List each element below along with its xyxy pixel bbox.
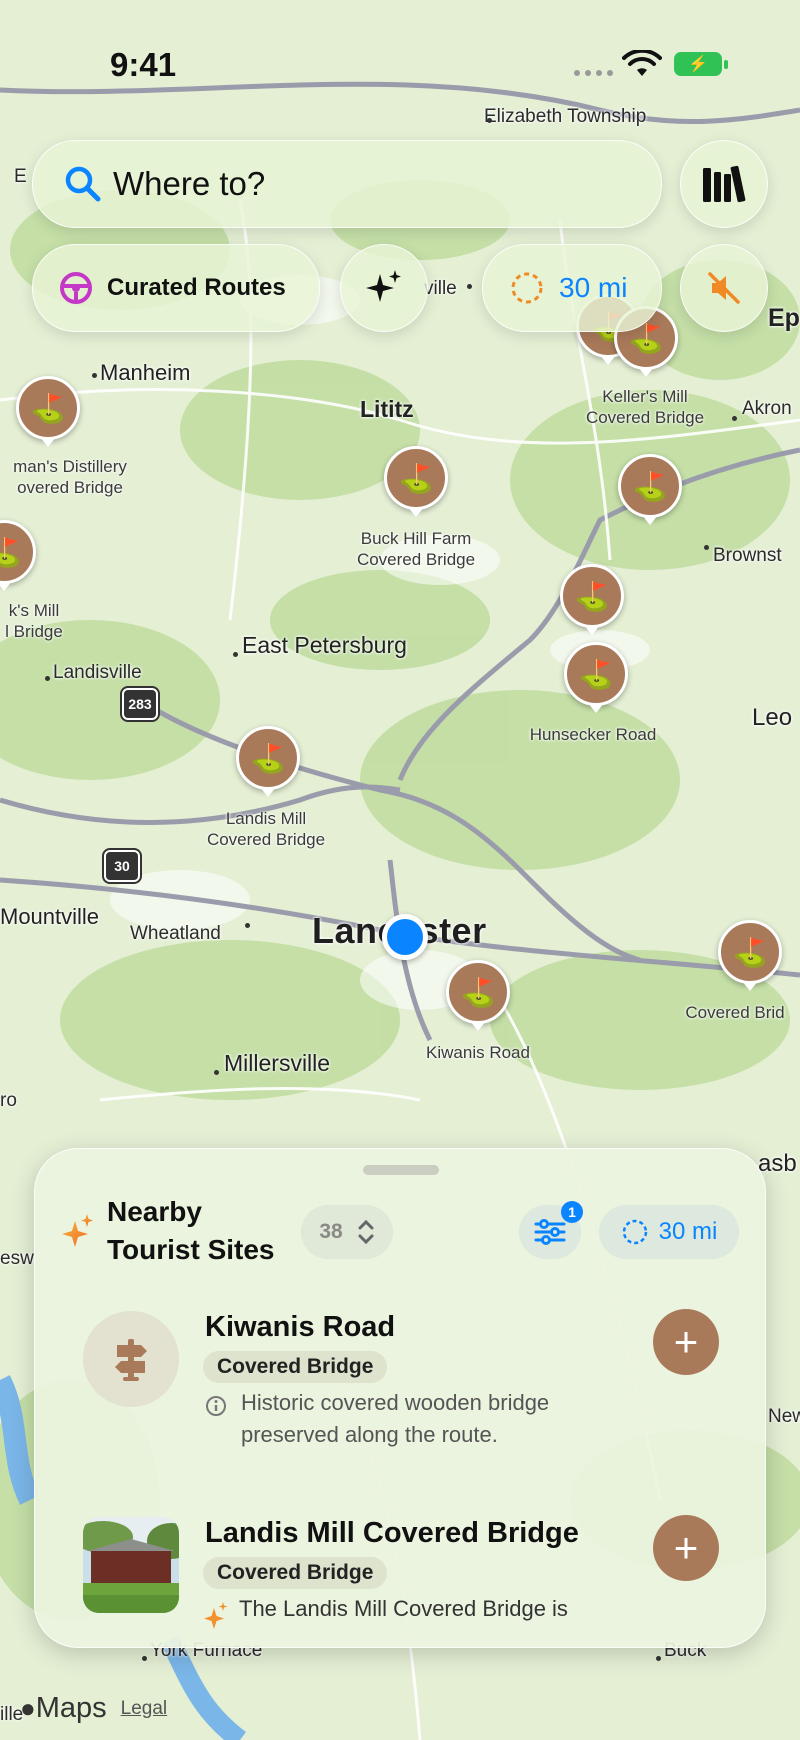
town-dot — [214, 1070, 219, 1075]
map-pin-signpost-icon[interactable]: ⛳ — [236, 726, 300, 790]
map-label-akron: Akron — [742, 398, 792, 419]
map-label-mountville: Mountville — [0, 904, 100, 929]
poi-label-distillery: man's Distillery overed Bridge — [13, 457, 127, 497]
info-circle-icon — [206, 1396, 226, 1416]
map-label-wheatland: Wheatland — [130, 923, 221, 944]
item-description: The Landis Mill Covered Bridge is — [239, 1596, 568, 1621]
item-title: Kiwanis Road — [205, 1311, 396, 1343]
map-label-fragment-e: E — [14, 166, 27, 187]
map-label-ro: ro — [0, 1090, 17, 1111]
sparkles-icon — [62, 1214, 93, 1247]
poi-label-hunsecker: Hunsecker Road — [529, 725, 657, 744]
chevron-up-down-icon — [358, 1219, 374, 1245]
item-tag: Covered Bridge — [203, 1557, 388, 1589]
dashed-circle-icon — [622, 1219, 647, 1245]
town-dot — [45, 676, 50, 681]
search-placeholder: Where to? — [113, 165, 266, 202]
map-pin-signpost-icon[interactable]: ⛳ — [384, 446, 448, 510]
battery-tip — [724, 60, 728, 69]
highway-shield-283: 283 — [122, 688, 158, 720]
item-tag: Covered Bridge — [203, 1351, 388, 1383]
filter-button[interactable]: 1 — [519, 1201, 583, 1259]
poi-label-landis-mill: Landis Mill Covered Bridge — [206, 809, 326, 849]
town-dot — [704, 545, 709, 550]
library-button[interactable] — [680, 140, 768, 228]
map-label-east-petersburg: East Petersburg — [242, 632, 407, 658]
ai-sparkle-button[interactable] — [340, 244, 428, 332]
filter-badge: 1 — [561, 1201, 583, 1223]
town-dot — [656, 1656, 661, 1661]
map-label-leola: Leo — [752, 704, 793, 731]
apple-logo-icon: ● — [20, 1693, 36, 1723]
item-description: Historic covered wooden bridge preserved… — [241, 1390, 550, 1447]
town-dot — [245, 923, 250, 928]
maps-brand: ●Maps — [20, 1692, 107, 1724]
sort-count-button[interactable]: 38 — [301, 1205, 393, 1259]
wifi-icon — [622, 50, 662, 76]
maps-attribution: ●Maps Legal — [20, 1692, 167, 1725]
legal-link[interactable]: Legal — [121, 1698, 168, 1720]
map-pin-signpost-icon[interactable]: ⛳ — [446, 960, 510, 1024]
search-icon — [65, 166, 101, 202]
map-label-brownstown: Brownst — [713, 545, 782, 566]
item-title: Landis Mill Covered Bridge — [205, 1517, 579, 1549]
poi-label-kiwanis: Kiwanis Road — [426, 1043, 530, 1062]
dashed-circle-icon — [511, 272, 543, 304]
town-dot — [142, 1656, 147, 1661]
highway-shield-30: 30 — [104, 850, 140, 882]
map-label-new: New — [768, 1406, 800, 1427]
map-label-elizabeth-township: Elizabeth Township — [484, 106, 647, 127]
map-label-ep: Ep — [768, 304, 800, 332]
map-pin-signpost-icon[interactable]: ⛳ — [564, 642, 628, 706]
bridge-photo — [83, 1517, 179, 1613]
sheet-radius-button[interactable]: 30 mi — [599, 1205, 739, 1259]
sparkles-icon — [204, 1602, 228, 1629]
curated-routes-button[interactable]: Curated Routes — [32, 244, 320, 332]
curated-routes-label: Curated Routes — [107, 274, 286, 301]
status-time: 9:41 — [110, 46, 177, 83]
sheet-title: Nearby Tourist Sites — [107, 1196, 275, 1265]
signpost-icon — [83, 1311, 179, 1407]
poi-label-ks-mill: k's Mill l Bridge — [5, 601, 63, 641]
mute-button[interactable] — [680, 244, 768, 332]
add-button[interactable]: + — [653, 1309, 719, 1375]
battery-charging-icon: ⚡ — [674, 52, 722, 76]
nearby-sites-sheet[interactable]: Nearby Tourist Sites 38 1 30 mi Kiwanis … — [34, 1148, 766, 1648]
poi-label-buck-hill: Buck Hill Farm Covered Bridge — [356, 529, 476, 569]
map-pin-signpost-icon[interactable]: ⛳ — [560, 564, 624, 628]
books-icon — [703, 165, 746, 203]
map-label-manheim: Manheim — [100, 360, 191, 385]
map-label-ville: ville — [424, 278, 457, 299]
current-location-dot — [382, 914, 428, 960]
map-label-esw: esw — [0, 1248, 34, 1269]
steering-wheel-icon — [60, 272, 92, 304]
map-pin-signpost-icon[interactable]: ⛳ — [718, 920, 782, 984]
cellular-dots-icon — [574, 70, 613, 76]
map-pin-signpost-icon[interactable]: ⛳ — [618, 454, 682, 518]
sheet-radius-label: 30 mi — [658, 1218, 718, 1245]
sliders-icon — [534, 1219, 566, 1245]
town-dot — [467, 284, 472, 289]
site-count: 38 — [319, 1220, 343, 1243]
poi-label-kellers-mill: Keller's Mill Covered Bridge — [585, 387, 705, 427]
sparkles-icon — [366, 270, 401, 302]
town-dot — [92, 373, 97, 378]
poi-label-covered-brid: Covered Brid — [685, 1003, 785, 1022]
map-pin-signpost-icon[interactable]: ⛳ — [16, 376, 80, 440]
town-dot — [732, 416, 737, 421]
map-label-landisville: Landisville — [53, 662, 142, 683]
sheet-grabber[interactable] — [363, 1165, 439, 1175]
map-label-millersville: Millersville — [224, 1050, 331, 1076]
speaker-slash-icon — [708, 272, 740, 304]
radius-filter-button[interactable]: 30 mi — [482, 244, 662, 332]
radius-label: 30 mi — [559, 272, 628, 303]
map-label-asb: asb — [758, 1150, 797, 1177]
search-bar[interactable]: Where to? — [32, 140, 662, 228]
status-bar: 9:41 ⚡ — [0, 42, 800, 83]
town-dot — [487, 118, 492, 123]
map-label-lititz: Lititz — [360, 396, 414, 422]
town-dot — [233, 652, 238, 657]
add-button[interactable]: + — [653, 1515, 719, 1581]
